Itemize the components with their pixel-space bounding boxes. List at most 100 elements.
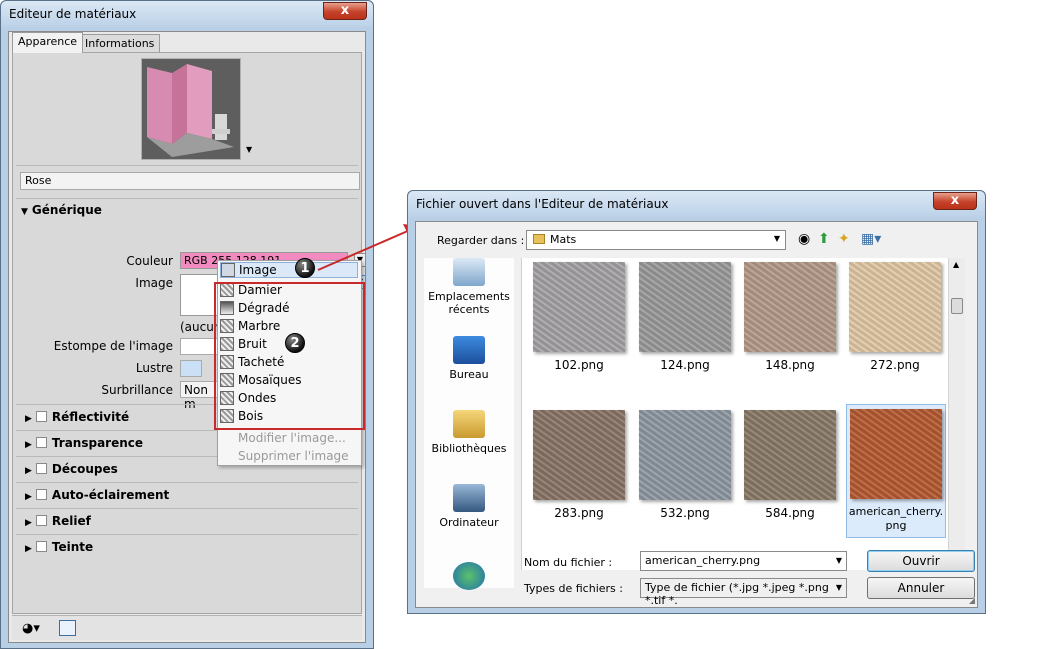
checkbox[interactable] xyxy=(35,489,47,500)
material-browser-icon[interactable] xyxy=(59,620,76,636)
section-label: Relief xyxy=(51,514,91,528)
file-thumbnail xyxy=(533,410,625,500)
menu-item-remove-image: Supprimer l'image xyxy=(238,449,349,463)
place-label: Ordinateur xyxy=(439,516,499,529)
file-tile[interactable]: 102.png xyxy=(532,258,626,372)
look-in-combo[interactable]: Mats ▼ xyxy=(526,230,786,250)
highlight-frame xyxy=(214,282,365,430)
image-icon xyxy=(221,263,235,277)
back-icon[interactable]: ◉ xyxy=(798,231,810,247)
place-network[interactable] xyxy=(424,562,514,594)
divider xyxy=(16,534,358,535)
desktop-icon xyxy=(453,336,485,364)
file-tile[interactable]: 272.png xyxy=(848,258,942,372)
checkbox[interactable] xyxy=(35,541,47,552)
filetype-select[interactable]: Type de fichier (*.jpg *.jpeg *.png *.ti… xyxy=(640,578,847,607)
material-preview[interactable] xyxy=(141,58,241,160)
up-folder-icon[interactable]: ⬆ xyxy=(818,231,830,247)
place-label: Bureau xyxy=(449,368,489,381)
file-name: 148.png xyxy=(765,358,815,372)
libraries-icon xyxy=(453,410,485,438)
file-thumbnail xyxy=(744,410,836,500)
section-tint[interactable]: ▶ Teinte xyxy=(25,540,93,554)
callout-badge-2: 2 xyxy=(285,333,305,353)
file-name: 102.png xyxy=(554,358,604,372)
section-self-illumination[interactable]: ▶ Auto-éclairement xyxy=(25,488,169,502)
file-name: 124.png xyxy=(660,358,710,372)
checkbox[interactable] xyxy=(35,437,47,448)
create-material-icon[interactable]: ◕▾ xyxy=(22,621,40,636)
material-name-field[interactable]: Rose xyxy=(20,172,360,190)
view-menu-icon[interactable]: ▦▾ xyxy=(861,231,881,247)
section-transparency[interactable]: ▶ Transparence xyxy=(25,436,143,450)
gloss-field[interactable] xyxy=(180,360,202,377)
file-tile[interactable]: 148.png xyxy=(743,258,837,372)
file-tile[interactable]: 532.png xyxy=(638,406,732,520)
place-label: Bibliothèques xyxy=(431,442,507,455)
section-generic[interactable]: ▼ Générique xyxy=(21,203,102,217)
place-computer[interactable]: Ordinateur xyxy=(424,484,514,529)
gloss-label: Lustre xyxy=(135,361,173,375)
file-thumbnail xyxy=(744,262,836,352)
section-cutouts[interactable]: ▶ Découpes xyxy=(25,462,118,476)
filename-input[interactable]: american_cherry.png ▼ xyxy=(640,551,847,571)
section-label: Teinte xyxy=(51,540,94,554)
checkbox[interactable] xyxy=(35,515,47,526)
checkbox[interactable] xyxy=(35,411,47,422)
divider xyxy=(16,482,358,483)
file-name: 532.png xyxy=(660,506,710,520)
scroll-up-icon[interactable]: ▲ xyxy=(953,260,959,269)
color-label: Couleur xyxy=(126,254,173,268)
new-folder-icon[interactable]: ✦ xyxy=(838,231,850,247)
checkbox[interactable] xyxy=(35,463,47,474)
section-label: Réflectivité xyxy=(51,410,130,424)
place-libraries[interactable]: Bibliothèques xyxy=(424,410,514,455)
place-recent[interactable]: Emplacements récents xyxy=(424,258,514,316)
expand-triangle-icon: ▶ xyxy=(25,492,32,502)
scroll-thumb[interactable] xyxy=(951,298,963,314)
look-in-value: Mats xyxy=(550,233,577,246)
file-tile[interactable]: 584.png xyxy=(743,406,837,520)
open-file-dialog: Fichier ouvert dans l'Editeur de matéria… xyxy=(407,190,986,614)
divider xyxy=(16,198,358,199)
file-name: 283.png xyxy=(554,506,604,520)
expand-triangle-icon: ▶ xyxy=(25,414,32,424)
file-tile[interactable]: 283.png xyxy=(532,406,626,520)
tab-information[interactable]: Informations xyxy=(79,34,161,53)
file-name: 584.png xyxy=(765,506,815,520)
file-thumbnail xyxy=(533,262,625,352)
tab-appearance[interactable]: Apparence xyxy=(12,32,84,53)
file-tile[interactable]: 124.png xyxy=(638,258,732,372)
collapse-triangle-icon: ▼ xyxy=(21,207,28,217)
file-thumbnail xyxy=(639,262,731,352)
filename-value: american_cherry.png xyxy=(645,554,761,567)
resize-grip-icon[interactable]: ◢ xyxy=(969,596,975,605)
section-generic-label: Générique xyxy=(31,203,102,217)
preview-menu-arrow-icon[interactable]: ▼ xyxy=(246,145,252,154)
file-list: 102.png 124.png 148.png 272.png 283.png … xyxy=(521,258,948,570)
section-label: Transparence xyxy=(51,436,144,450)
section-reflectivity[interactable]: ▶ Réflectivité xyxy=(25,410,129,424)
filetype-value: Type de fichier (*.jpg *.jpeg *.png *.ti… xyxy=(645,581,829,607)
places-bar: Emplacements récents Bureau Bibliothèque… xyxy=(424,258,514,590)
close-button[interactable]: x xyxy=(323,2,367,20)
cancel-button[interactable]: Annuler xyxy=(867,577,975,599)
place-desktop[interactable]: Bureau xyxy=(424,336,514,381)
window-title: Editeur de matériaux xyxy=(9,7,137,21)
filename-label: Nom du fichier : xyxy=(524,556,613,569)
expand-triangle-icon: ▶ xyxy=(25,440,32,450)
file-name: american_cherry.png xyxy=(848,505,944,532)
divider xyxy=(16,508,358,509)
open-button[interactable]: Ouvrir xyxy=(867,550,975,572)
dialog-body: Regarder dans : Mats ▼ ◉ ⬆ ✦ ▦▾ Emplacem… xyxy=(415,221,978,608)
file-tile-selected[interactable]: american_cherry.png xyxy=(846,404,946,538)
look-in-label: Regarder dans : xyxy=(437,234,525,247)
dialog-close-button[interactable]: x xyxy=(933,192,977,210)
section-relief[interactable]: ▶ Relief xyxy=(25,514,91,528)
menu-item-label: Image xyxy=(239,263,277,277)
image-label: Image xyxy=(135,276,173,290)
section-label: Auto-éclairement xyxy=(51,488,170,502)
file-list-scrollbar[interactable]: ▲ ▼ xyxy=(948,258,965,570)
menu-item-image[interactable]: Image xyxy=(220,262,358,278)
expand-triangle-icon: ▶ xyxy=(25,544,32,554)
